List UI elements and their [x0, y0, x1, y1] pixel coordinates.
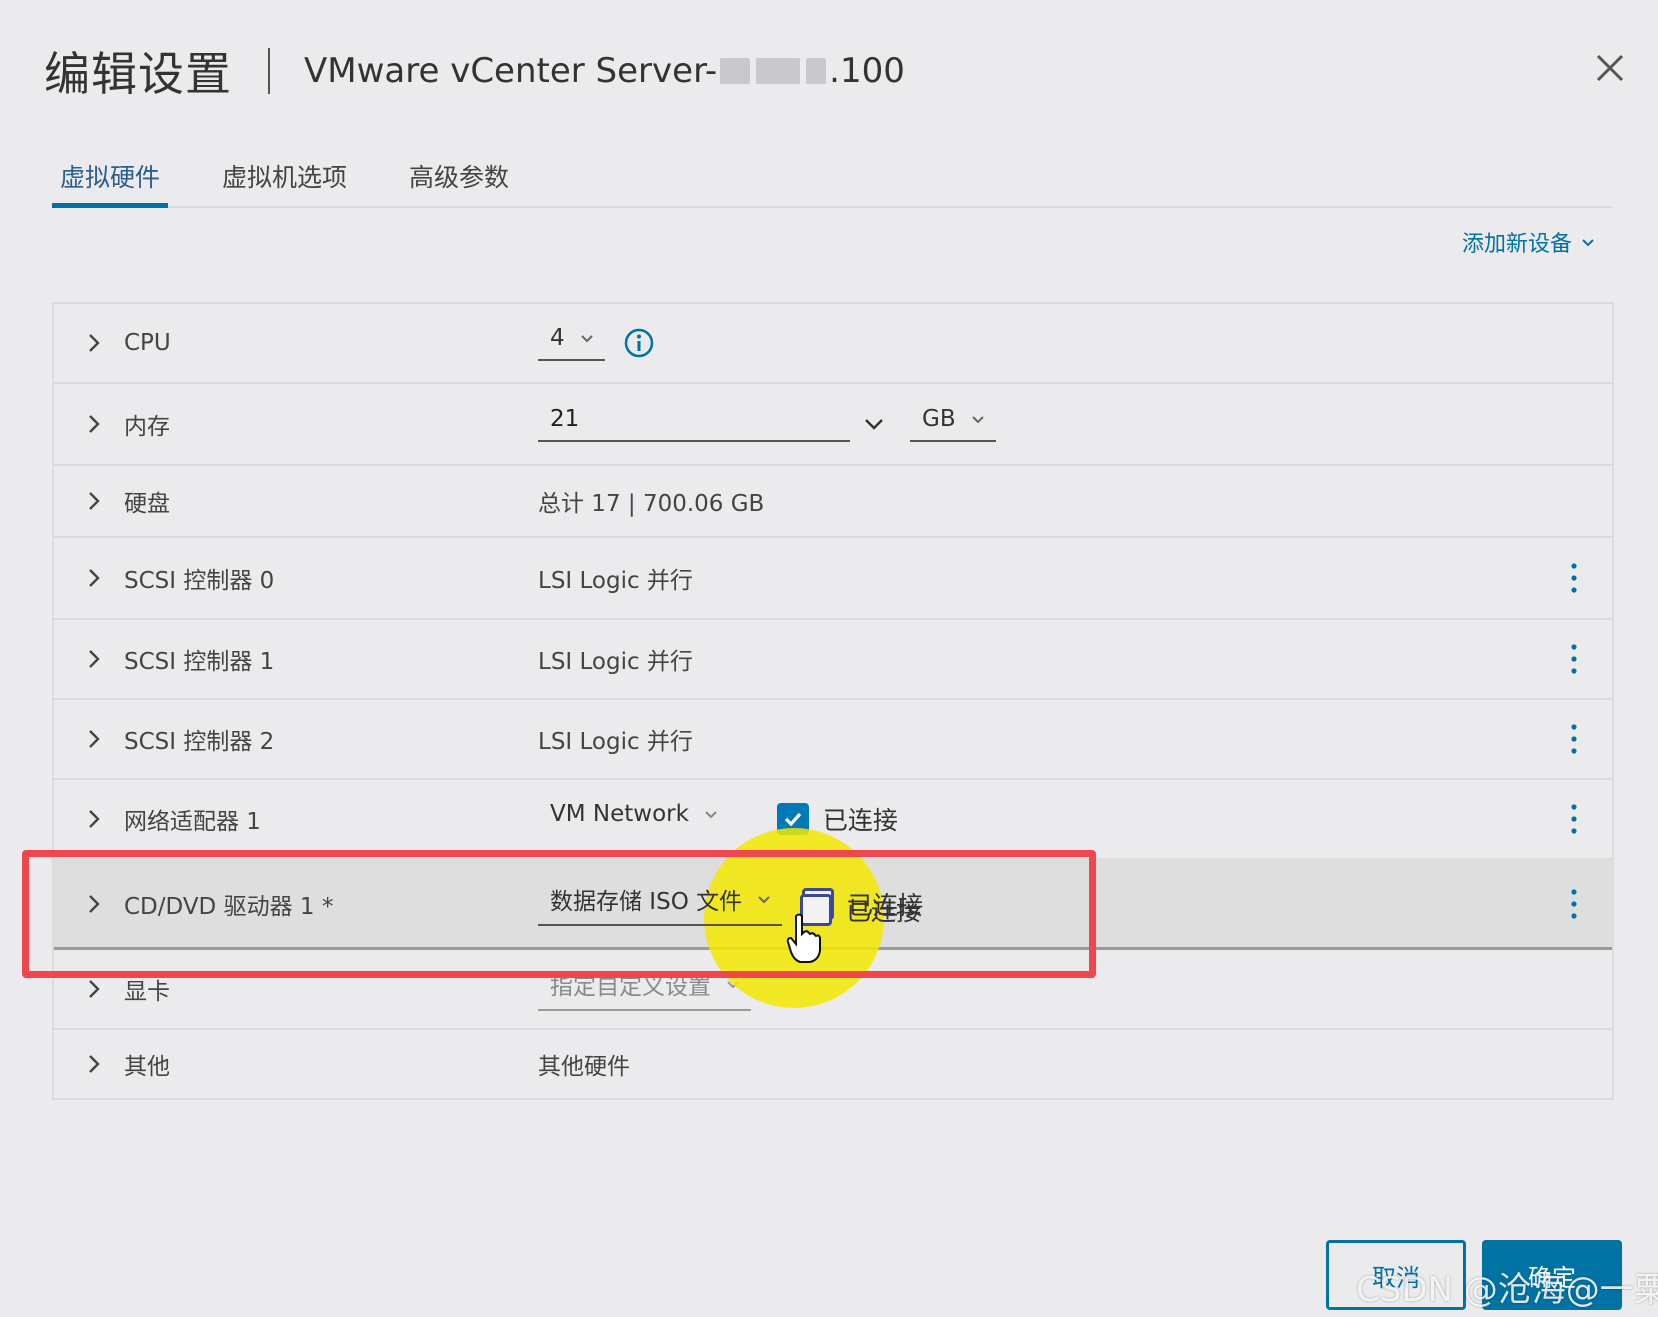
network-select-value: VM Network — [550, 801, 689, 827]
more-actions-icon[interactable] — [1566, 721, 1582, 757]
hardware-row-hard-disk: 硬盘 总计 17 | 700.06 GB — [54, 466, 1612, 538]
hardware-row-memory: 内存 21 GB — [54, 384, 1612, 466]
chevron-right-icon[interactable] — [82, 412, 106, 436]
network-connected-label: 已连接 — [822, 806, 898, 835]
scsi-controller-2-label: SCSI 控制器 2 — [124, 729, 275, 755]
scsi-controller-1-label: SCSI 控制器 1 — [124, 649, 275, 675]
cpu-count-select[interactable]: 4 — [538, 325, 605, 361]
memory-unit-select[interactable]: GB — [910, 406, 996, 442]
chevron-right-icon[interactable] — [82, 489, 106, 513]
cpu-value-group: 4 — [538, 325, 655, 361]
network-connected-checkbox[interactable] — [776, 803, 809, 835]
hardware-row-video-card: 显卡 指定自定义设置 — [54, 950, 1612, 1030]
chevron-right-icon[interactable] — [82, 1052, 106, 1076]
chevron-right-icon[interactable] — [82, 892, 106, 916]
hardware-row-scsi-controller-0: SCSI 控制器 0 LSI Logic 并行 — [54, 538, 1612, 620]
chevron-right-icon[interactable] — [82, 807, 106, 831]
cd-dvd-drive-label: CD/DVD 驱动器 1 * — [124, 893, 334, 920]
scsi-controller-0-label: SCSI 控制器 0 — [124, 568, 275, 594]
network-adapter-value-group: VM Network 已连接 — [538, 801, 898, 837]
cd-dvd-connected-label-overlay: 已连接 — [846, 897, 922, 926]
chevron-right-icon[interactable] — [82, 331, 106, 355]
more-actions-icon[interactable] — [1566, 801, 1582, 837]
tab-advanced-parameters[interactable]: 高级参数 — [401, 150, 517, 206]
video-card-label: 显卡 — [124, 979, 170, 1005]
cd-dvd-media-select[interactable]: 数据存储 ISO 文件 — [538, 882, 783, 926]
other-label: 其他 — [124, 1054, 170, 1080]
video-card-value-group: 指定自定义设置 — [538, 967, 751, 1011]
dialog-title: 编辑设置 — [44, 47, 232, 101]
video-card-settings-select[interactable]: 指定自定义设置 — [538, 967, 751, 1011]
add-new-device-button[interactable]: 添加新设备 — [1462, 226, 1596, 258]
chevron-right-icon[interactable] — [82, 647, 106, 671]
tab-bar: 虚拟硬件 虚拟机选项 高级参数 — [52, 150, 1612, 208]
network-adapter-label: 网络适配器 1 — [124, 809, 261, 835]
memory-label: 内存 — [124, 414, 170, 440]
more-actions-icon[interactable] — [1566, 886, 1582, 922]
hard-disk-summary: 总计 17 | 700.06 GB — [538, 491, 765, 517]
memory-value-group: 21 GB — [538, 406, 996, 442]
other-value: 其他硬件 — [538, 1054, 630, 1080]
vm-name: VMware vCenter Server- .100 — [304, 51, 905, 91]
hardware-row-network-adapter-1: 网络适配器 1 VM Network 已连接 — [54, 780, 1612, 860]
scsi-controller-0-value: LSI Logic 并行 — [538, 568, 693, 594]
hard-disk-label: 硬盘 — [124, 491, 170, 517]
hardware-row-cpu: CPU 4 — [54, 304, 1612, 384]
title-separator — [268, 48, 270, 94]
vm-name-suffix: .100 — [829, 51, 905, 91]
chevron-right-icon[interactable] — [82, 977, 106, 1001]
vm-name-prefix: VMware vCenter Server- — [304, 51, 718, 91]
close-icon[interactable] — [1590, 48, 1630, 88]
cpu-label: CPU — [124, 330, 171, 356]
network-select[interactable]: VM Network — [538, 801, 729, 837]
more-actions-icon[interactable] — [1566, 560, 1582, 596]
chevron-down-icon — [758, 895, 770, 903]
memory-unit-value: GB — [922, 406, 956, 432]
hardware-table: CPU 4 内存 21 GB 硬盘 总计 17 | 700.06 GB SCSI… — [52, 302, 1614, 1100]
hardware-row-scsi-controller-1: SCSI 控制器 1 LSI Logic 并行 — [54, 620, 1612, 700]
chevron-down-icon — [1582, 239, 1594, 247]
memory-size-input[interactable]: 21 — [538, 406, 850, 442]
scsi-controller-1-value: LSI Logic 并行 — [538, 649, 693, 675]
tab-virtual-hardware[interactable]: 虚拟硬件 — [52, 150, 169, 208]
chevron-right-icon[interactable] — [82, 727, 106, 751]
redacted-ip-part — [756, 58, 801, 84]
cpu-count-value: 4 — [550, 325, 565, 351]
chevron-down-icon — [580, 335, 593, 343]
add-new-device-label: 添加新设备 — [1461, 232, 1572, 257]
chevron-down-icon — [705, 811, 717, 819]
chevron-down-icon — [727, 981, 739, 989]
redacted-ip-part — [806, 58, 827, 84]
info-icon[interactable] — [623, 327, 655, 359]
watermark: CSDN @沧海@一粟! — [1356, 1270, 1658, 1310]
more-actions-icon[interactable] — [1566, 641, 1582, 677]
video-card-settings-value: 指定自定义设置 — [550, 974, 711, 1000]
hardware-row-other: 其他 其他硬件 — [54, 1030, 1612, 1098]
redacted-ip-part — [720, 58, 751, 84]
hand-cursor-icon — [786, 913, 821, 963]
hardware-row-scsi-controller-2: SCSI 控制器 2 LSI Logic 并行 — [54, 700, 1612, 780]
chevron-down-icon — [971, 416, 984, 424]
scsi-controller-2-value: LSI Logic 并行 — [538, 729, 693, 755]
chevron-down-icon[interactable] — [862, 412, 886, 436]
dialog-header: 编辑设置 VMware vCenter Server- .100 — [44, 36, 905, 106]
chevron-right-icon[interactable] — [82, 566, 106, 590]
cd-dvd-media-value: 数据存储 ISO 文件 — [550, 888, 743, 915]
checkmark-icon — [784, 812, 802, 827]
tab-vm-options[interactable]: 虚拟机选项 — [214, 150, 355, 206]
